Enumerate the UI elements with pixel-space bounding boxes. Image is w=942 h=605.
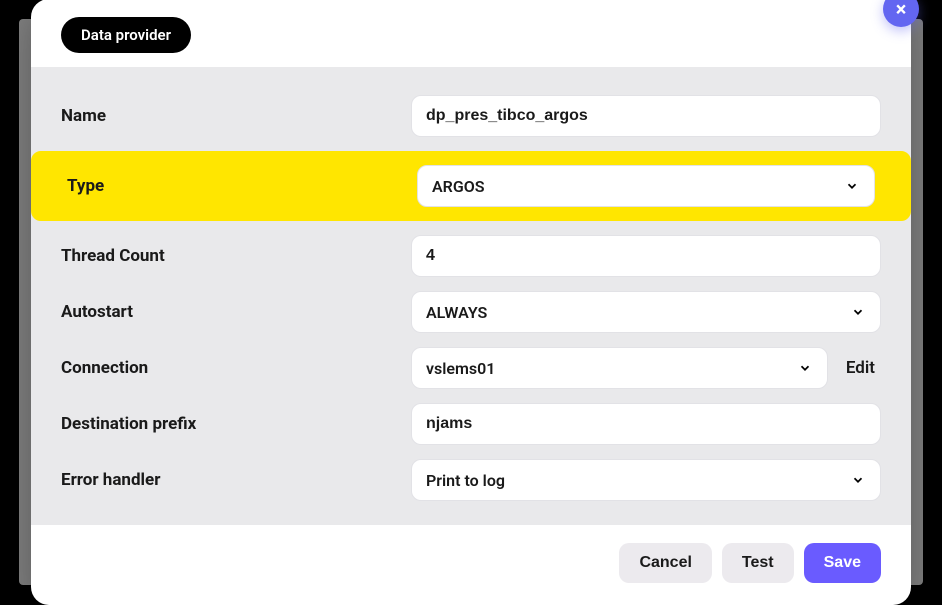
error-handler-select-value: Print to log <box>426 471 505 490</box>
chevron-down-icon <box>850 472 866 488</box>
label-error-handler: Error handler <box>61 470 411 490</box>
type-select[interactable]: ARGOS <box>417 165 875 207</box>
row-error-handler: Error handler Print to log <box>61 459 881 501</box>
connection-select[interactable]: vslems01 <box>411 347 828 389</box>
label-autostart: Autostart <box>61 302 411 322</box>
cancel-button[interactable]: Cancel <box>619 543 711 583</box>
modal-footer: Cancel Test Save <box>31 525 911 605</box>
autostart-select-value: ALWAYS <box>426 303 487 322</box>
row-destination-prefix: Destination prefix <box>61 403 881 445</box>
row-thread-count: Thread Count <box>61 235 881 277</box>
label-connection: Connection <box>61 358 411 378</box>
chevron-down-icon <box>844 178 860 194</box>
label-destination-prefix: Destination prefix <box>61 414 411 434</box>
row-name: Name <box>61 95 881 137</box>
modal-backdrop: × Data provider Name Type ARGOS <box>19 19 923 585</box>
destination-prefix-input[interactable] <box>411 403 881 445</box>
name-input[interactable] <box>411 95 881 137</box>
label-thread-count: Thread Count <box>61 246 411 266</box>
modal-body: Name Type ARGOS Thread Count <box>31 67 911 525</box>
edit-connection-link[interactable]: Edit <box>846 358 881 378</box>
row-connection: Connection vslems01 Edit <box>61 347 881 389</box>
row-type: Type ARGOS <box>31 151 911 221</box>
autostart-select[interactable]: ALWAYS <box>411 291 881 333</box>
thread-count-input[interactable] <box>411 235 881 277</box>
close-icon: × <box>896 0 907 21</box>
test-button[interactable]: Test <box>722 543 794 583</box>
error-handler-select[interactable]: Print to log <box>411 459 881 501</box>
label-name: Name <box>61 106 411 126</box>
label-type: Type <box>67 176 417 196</box>
modal-header: Data provider <box>31 0 911 67</box>
save-button[interactable]: Save <box>804 543 881 583</box>
connection-select-value: vslems01 <box>426 359 495 378</box>
type-select-value: ARGOS <box>432 177 485 196</box>
modal-title-badge: Data provider <box>61 17 191 53</box>
data-provider-modal: × Data provider Name Type ARGOS <box>31 0 911 605</box>
row-autostart: Autostart ALWAYS <box>61 291 881 333</box>
chevron-down-icon <box>797 360 813 376</box>
chevron-down-icon <box>850 304 866 320</box>
